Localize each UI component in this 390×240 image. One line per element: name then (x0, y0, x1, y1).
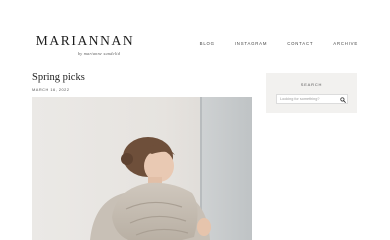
post-title[interactable]: Spring picks (32, 72, 85, 83)
nav-blog[interactable]: BLOG (200, 41, 215, 46)
search-icon[interactable] (340, 96, 346, 103)
search-input[interactable] (276, 94, 348, 104)
nav-contact[interactable]: CONTACT (287, 41, 313, 46)
site-logo[interactable]: MARIANNAN (32, 33, 138, 49)
nav-instagram[interactable]: INSTAGRAM (235, 41, 267, 46)
main-nav: BLOG INSTAGRAM CONTACT ARCHIVE (180, 41, 358, 46)
site-branding[interactable]: MARIANNAN by marianne sundelid (32, 33, 138, 56)
nav-archive[interactable]: ARCHIVE (333, 41, 358, 46)
post-photo[interactable] (32, 97, 252, 240)
post-date: MARCH 16, 2022 (32, 87, 70, 92)
site-byline: by marianne sundelid (77, 51, 121, 56)
post-photo-illustration (32, 97, 252, 240)
search-widget-heading: SEARCH (300, 82, 323, 87)
search-widget: SEARCH (266, 73, 357, 113)
